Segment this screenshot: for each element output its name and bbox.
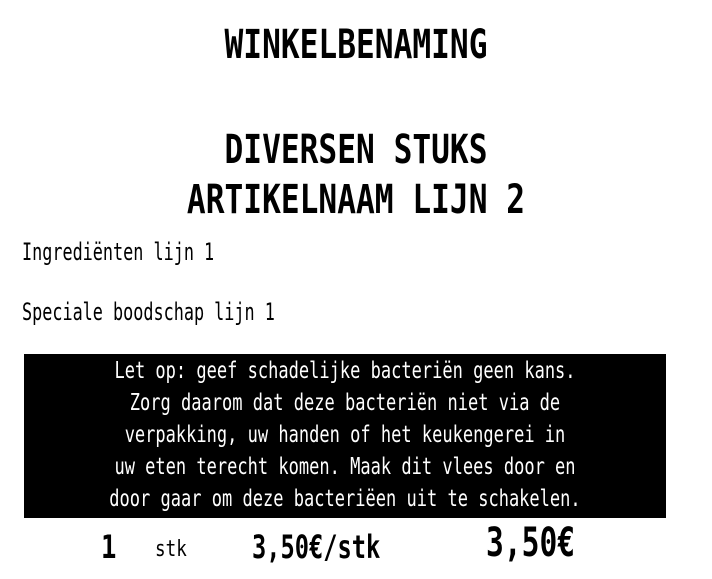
product-label: WINKELBENAMING DIVERSEN STUKS ARTIKELNAA… [0, 0, 712, 579]
unit-price: 3,50€/stk [252, 528, 381, 566]
product-title-line2: ARTIKELNAAM LIJN 2 [186, 177, 526, 223]
shop-name: WINKELBENAMING [224, 22, 488, 68]
warning-line: Let op: geef schadelijke bacteriën geen … [114, 358, 576, 384]
warning-line: door gaar om deze bacteriëen uit te scha… [109, 486, 581, 512]
ingredients-line: Ingrediënten lijn 1 [22, 238, 215, 266]
quantity-unit: stk [155, 537, 187, 562]
quantity-value: 1 [101, 528, 117, 566]
warning-line: verpakking, uw handen of het keukengerei… [124, 422, 566, 448]
warning-line: Zorg daarom dat deze bacteriën niet via … [129, 390, 561, 416]
warning-box: Let op: geef schadelijke bacteriën geen … [24, 354, 666, 518]
warning-line: uw eten terecht komen. Maak dit vlees do… [114, 454, 576, 480]
product-title-line1: DIVERSEN STUKS [224, 127, 488, 173]
special-message-line: Speciale boodschap lijn 1 [22, 298, 275, 326]
total-price: 3,50€ [486, 520, 576, 566]
